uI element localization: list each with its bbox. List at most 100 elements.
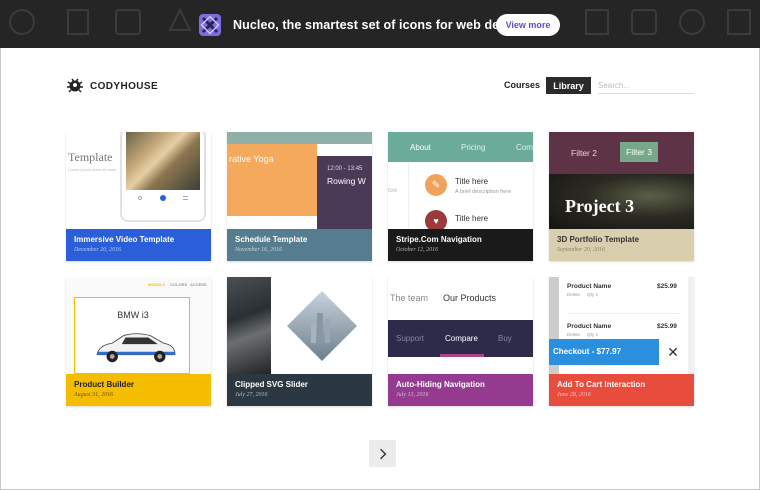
thumb-dropdown: ✎ Title here A brief description here ♥ … <box>408 162 533 229</box>
card-title: Add To Cart Interaction <box>557 380 646 389</box>
card-title: Stripe.Com Navigation <box>396 235 482 244</box>
red-circle-icon: ♥ <box>425 210 447 229</box>
thumb-nav-text: Our Products <box>443 293 497 303</box>
thumb-item-title: Title here <box>455 177 489 186</box>
thumb-product-name: Product Name <box>567 323 612 330</box>
car-image <box>96 333 176 363</box>
card-date: July 27, 2016 <box>235 392 268 398</box>
card-date: December 20, 2016 <box>74 247 122 253</box>
thumb-checkout-bar: Checkout - $77.97 <box>549 339 659 365</box>
thumb-tab: ACCESS <box>190 282 207 287</box>
orange-circle-icon: ✎ <box>425 174 447 196</box>
card-schedule-template[interactable]: rative Yoga 12:00 - 13:45 Rowing W Sched… <box>227 132 372 261</box>
thumb-tab: Com <box>516 143 533 152</box>
thumb-subnav-item-active: Compare <box>445 334 478 343</box>
thumb-model-name: BMW i3 <box>117 310 149 320</box>
card-auto-hiding-navigation[interactable]: The team Our Products Support Compare Bu… <box>388 277 533 406</box>
card-title: Clipped SVG Slider <box>235 380 308 389</box>
card-date: August 31, 2016 <box>74 392 114 398</box>
thumb-side-text: low <box>388 188 398 194</box>
card-thumbnail: MODELS COLORS ACCESS BMW i3 <box>66 277 211 374</box>
card-info: Clipped SVG Slider July 27, 2016 <box>227 374 372 406</box>
card-thumbnail <box>227 277 372 374</box>
card-date: November 16, 2016 <box>235 247 283 253</box>
thumb-project-title: Project 3 <box>565 196 635 216</box>
thumb-dark-photo <box>227 277 271 374</box>
thumb-delete: Delete <box>567 292 581 297</box>
close-icon: ✕ <box>667 344 679 360</box>
card-title: Product Builder <box>74 380 135 389</box>
thumb-nav-text: The team <box>390 293 429 303</box>
thumb-product-box: BMW i3 <box>74 297 190 374</box>
card-title: Auto-Hiding Navigation <box>396 380 485 389</box>
thumb-time: 12:00 - 13:45 <box>327 166 363 172</box>
thumb-price: $25.99 <box>657 283 677 290</box>
card-add-to-cart-interaction[interactable]: Product Name $25.99 Delete Qty 1 Product… <box>549 277 694 406</box>
card-info: Add To Cart Interaction June 28, 2016 <box>549 374 694 406</box>
thumb-close-box: ✕ <box>659 339 687 365</box>
card-info: Stripe.Com Navigation October 12, 2016 <box>388 229 533 261</box>
card-date: July 13, 2016 <box>396 392 429 398</box>
thumb-subnav: Support Compare Buy <box>388 320 533 357</box>
thumb-text: rative Yoga <box>229 154 274 164</box>
card-clipped-svg-slider[interactable]: Clipped SVG Slider July 27, 2016 <box>227 277 372 406</box>
card-thumbnail: rative Yoga 12:00 - 13:45 Rowing W <box>227 132 372 229</box>
thumb-tab: Pricing <box>461 143 486 152</box>
thumb-qty: Qty 1 <box>587 332 598 337</box>
thumb-tab: MODELS <box>148 282 166 287</box>
thumb-filter-active: Filter 3 <box>620 142 658 162</box>
thumb-tab: About <box>410 143 431 152</box>
thumb-orange-block: rative Yoga <box>227 144 317 216</box>
thumb-subnav-item: Buy <box>498 334 512 343</box>
thumb-purple-block: 12:00 - 13:45 Rowing W <box>317 156 372 229</box>
thumb-nav-bar: About Pricing Com <box>388 132 533 162</box>
card-date: June 28, 2016 <box>557 392 591 398</box>
phone-mockup <box>120 132 206 222</box>
card-title: 3D Portfolio Template <box>557 235 640 244</box>
thumb-divider <box>567 313 679 314</box>
card-info: Immersive Video Template December 20, 20… <box>66 229 211 261</box>
view-more-button[interactable]: View more <box>496 14 560 36</box>
search-input[interactable] <box>598 77 694 94</box>
card-thumbnail: About Pricing Com ✎ Title here A brief d… <box>388 132 533 229</box>
card-info: Schedule Template November 16, 2016 <box>227 229 372 261</box>
thumb-filter: Filter 2 <box>571 148 597 158</box>
card-title: Immersive Video Template <box>74 235 175 244</box>
card-info: 3D Portfolio Template September 20, 2016 <box>549 229 694 261</box>
codyhouse-bug-icon <box>67 78 83 93</box>
thumb-tab: COLORS <box>170 282 188 287</box>
thumb-product-name: Product Name <box>567 283 612 290</box>
card-thumbnail: The team Our Products Support Compare Bu… <box>388 277 533 374</box>
thumb-small-text: Lorem ipsum dolor sit amet <box>68 167 117 172</box>
card-title: Schedule Template <box>235 235 308 244</box>
logo-text: CODYHOUSE <box>90 80 159 92</box>
thumb-text: Template <box>68 150 113 164</box>
thumb-item-title: Title here <box>455 214 489 223</box>
card-3d-portfolio-template[interactable]: Filter 2 Filter 3 Project 3 3D Portfolio… <box>549 132 694 261</box>
codyhouse-logo[interactable]: CODYHOUSE <box>66 77 158 95</box>
thumb-price: $25.99 <box>657 323 677 330</box>
card-thumbnail: Product Name $25.99 Delete Qty 1 Product… <box>549 277 694 374</box>
thumb-subnav-item: Support <box>396 334 425 343</box>
thumb-delete: Delete <box>567 332 581 337</box>
card-immersive-video-template[interactable]: Template Lorem ipsum dolor sit amet Imme… <box>66 132 211 261</box>
card-date: September 20, 2016 <box>557 247 605 253</box>
thumb-qty: Qty 1 <box>587 292 598 297</box>
chevron-right-icon <box>379 448 386 459</box>
thumb-checkout-text: Checkout - $77.97 <box>553 347 622 356</box>
promo-banner: Nucleo, the smartest set of icons for we… <box>0 0 760 48</box>
nav-link-library[interactable]: Library <box>546 77 591 94</box>
nucleo-logo-icon <box>199 14 221 36</box>
card-thumbnail: Filter 2 Filter 3 Project 3 <box>549 132 694 229</box>
card-thumbnail: Template Lorem ipsum dolor sit amet <box>66 132 211 229</box>
phone-controls <box>138 195 188 201</box>
thumb-diamond-image <box>287 291 357 361</box>
thumb-top-strip <box>227 132 372 144</box>
nav-link-courses[interactable]: Courses <box>504 80 540 90</box>
next-page-button[interactable] <box>369 440 396 467</box>
card-product-builder[interactable]: MODELS COLORS ACCESS BMW i3 Product Buil… <box>66 277 211 406</box>
thumb-item-desc: A brief description here <box>455 189 512 195</box>
card-stripe-navigation[interactable]: About Pricing Com ✎ Title here A brief d… <box>388 132 533 261</box>
thumb-subnav-underline <box>440 354 484 357</box>
card-info: Auto-Hiding Navigation July 13, 2016 <box>388 374 533 406</box>
